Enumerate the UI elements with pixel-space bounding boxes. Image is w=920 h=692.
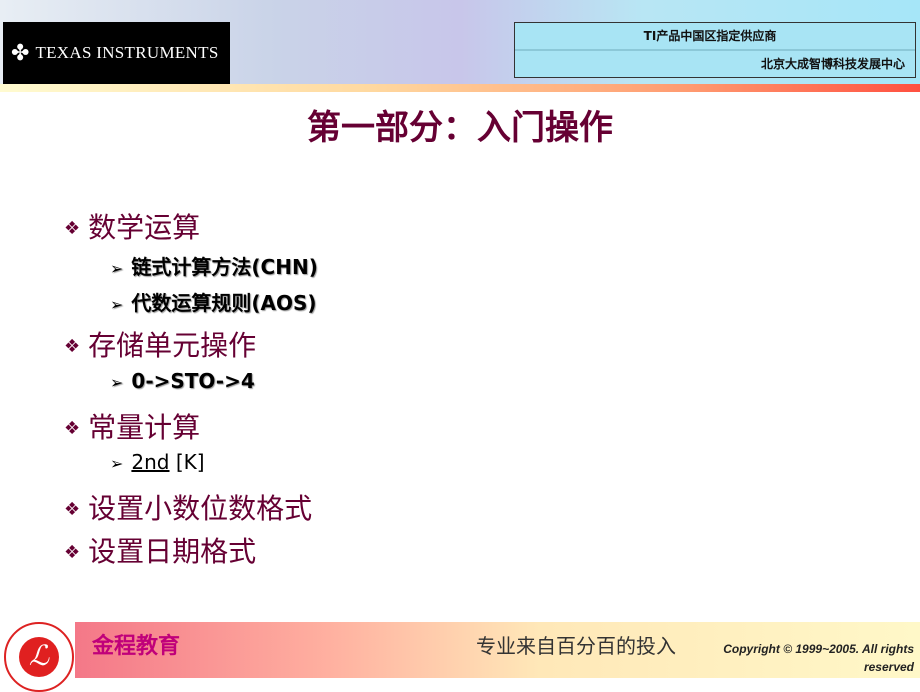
arrow-bullet-icon: ➢: [110, 373, 124, 392]
bullet-label: 存储单元操作: [88, 329, 257, 362]
bullet-memory: ❖ 存储单元操作: [64, 324, 256, 364]
sub-bullet-label: 链式计算方法(CHN): [131, 255, 318, 279]
bullet-label: 数学运算: [88, 211, 201, 244]
bullet-date-format: ❖ 设置日期格式: [64, 530, 256, 570]
slide-title: 第一部分：入门操作: [307, 108, 613, 148]
bullet-label: 设置日期格式: [88, 535, 257, 568]
ti-logo: ✤ Texas Instruments: [3, 22, 230, 84]
supplier-line1: TI产品中国区指定供应商: [515, 23, 915, 51]
sub-bullet-label: 代数运算规则(AOS): [131, 291, 317, 315]
sub-bullet-2nd-k: ➢ 2nd [K]: [110, 450, 205, 474]
bullet-label: 常量计算: [88, 411, 201, 444]
footer-slogan: 专业来自百分百的投入: [476, 634, 676, 658]
diamond-bullet-icon: ❖: [64, 336, 81, 357]
arrow-bullet-icon: ➢: [110, 454, 124, 473]
sub-bullet-chn: ➢ 链式计算方法(CHN): [110, 251, 318, 280]
bullet-constant: ❖ 常量计算: [64, 406, 200, 446]
footer-brand: 金程教育: [92, 634, 181, 659]
header-gradient-bar: [0, 84, 920, 92]
logo-letter-icon: ℒ: [19, 637, 59, 677]
sub-bullet-label: [K]: [169, 450, 205, 474]
footer-copyright: Copyright © 1999~2005. All rights reserv…: [723, 642, 914, 674]
bullet-math: ❖ 数学运算: [64, 206, 200, 246]
2nd-link[interactable]: 2nd: [131, 450, 169, 474]
ti-logo-text: Texas Instruments: [35, 43, 219, 62]
sub-bullet-aos: ➢ 代数运算规则(AOS): [110, 287, 317, 316]
bullet-label: 设置小数位数格式: [88, 492, 313, 525]
arrow-bullet-icon: ➢: [110, 295, 124, 314]
ti-state-icon: ✤: [11, 40, 30, 66]
supplier-box: TI产品中国区指定供应商 北京大成智博科技发展中心: [514, 22, 916, 78]
sub-bullet-label: 0->STO->4: [131, 369, 255, 393]
diamond-bullet-icon: ❖: [64, 218, 81, 239]
supplier-line2: 北京大成智博科技发展中心: [760, 57, 905, 71]
diamond-bullet-icon: ❖: [64, 418, 81, 439]
diamond-bullet-icon: ❖: [64, 499, 81, 520]
diamond-bullet-icon: ❖: [64, 542, 81, 563]
sub-bullet-sto: ➢ 0->STO->4: [110, 369, 255, 393]
bullet-decimal-format: ❖ 设置小数位数格式: [64, 487, 312, 527]
golden-future-logo: ℒ: [4, 622, 74, 692]
arrow-bullet-icon: ➢: [110, 259, 124, 278]
